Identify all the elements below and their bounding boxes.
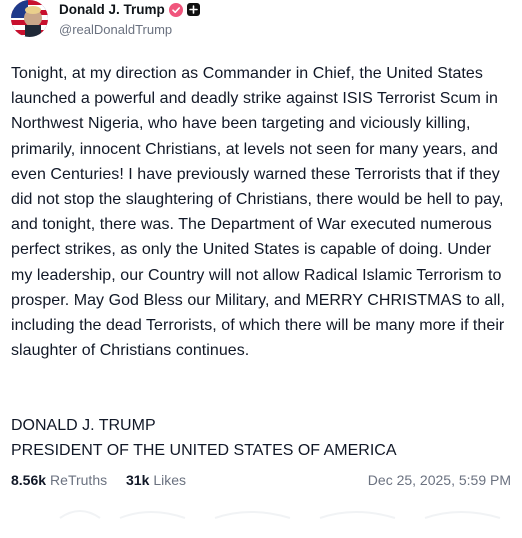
- post-body: Tonight, at my direction as Commander in…: [11, 65, 510, 360]
- verified-badge-icon: [168, 2, 183, 17]
- faded-action-bar: [59, 510, 501, 519]
- post-timestamp[interactable]: Dec 25, 2025, 5:59 PM: [368, 472, 511, 488]
- retruths-count: 8.56k: [11, 472, 47, 488]
- author-name[interactable]: Donald J. Trump: [59, 2, 165, 17]
- avatar-image: [11, 0, 48, 37]
- post-signature: DONALD J. TRUMP PRESIDENT OF THE UNITED …: [11, 413, 397, 463]
- likes-label: Likes: [153, 472, 187, 488]
- likes-stat[interactable]: 31k Likes: [126, 472, 186, 488]
- signature-line-1: DONALD J. TRUMP: [11, 417, 156, 434]
- author-handle[interactable]: @realDonaldTrump: [59, 22, 172, 37]
- signature-line-2: PRESIDENT OF THE UNITED STATES OF AMERIC…: [11, 442, 397, 460]
- retruths-stat[interactable]: 8.56k ReTruths: [11, 472, 107, 488]
- author-name-row: Donald J. Trump: [59, 2, 200, 17]
- likes-count: 31k: [126, 472, 150, 488]
- post-header: Donald J. Trump @realDonaldTrump: [11, 0, 511, 40]
- avatar[interactable]: [11, 0, 48, 37]
- plus-badge-icon: [186, 3, 200, 16]
- retruths-label: ReTruths: [50, 472, 108, 488]
- post-stats: 8.56k ReTruths 31k Likes Dec 25, 2025, 5:5…: [11, 472, 511, 492]
